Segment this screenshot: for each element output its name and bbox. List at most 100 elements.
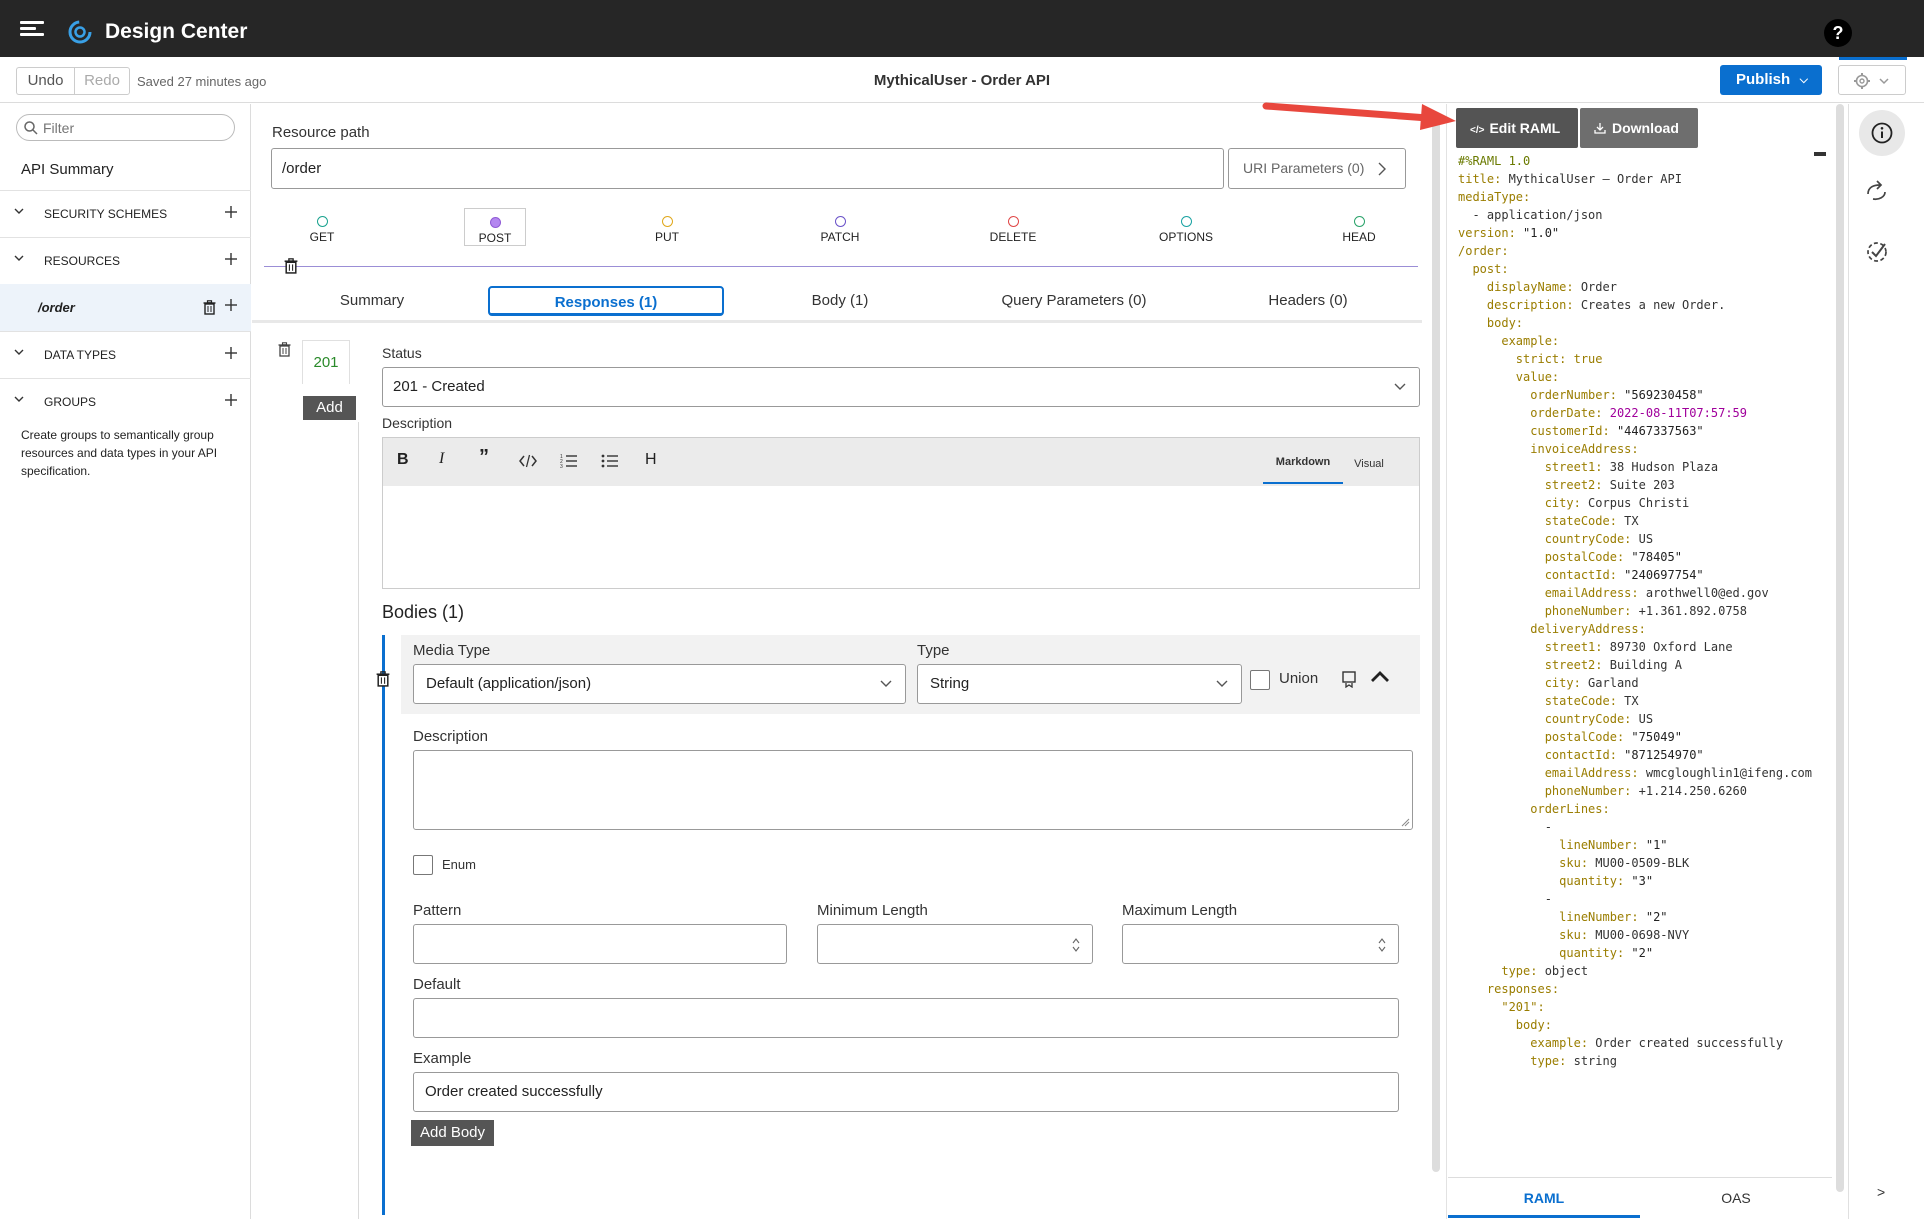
- visual-tab[interactable]: Visual: [1343, 454, 1395, 474]
- method-post[interactable]: POST: [464, 208, 526, 246]
- ordered-list-icon[interactable]: 123: [560, 452, 578, 470]
- trash-icon[interactable]: [203, 300, 216, 315]
- help-button[interactable]: ?: [1824, 19, 1852, 47]
- raml-token: "2": [1631, 946, 1654, 960]
- sidebar-section-resources[interactable]: RESOURCES: [0, 237, 251, 283]
- body-description-input[interactable]: [413, 750, 1413, 830]
- tab-summary[interactable]: Summary: [272, 286, 472, 316]
- bold-icon[interactable]: B: [397, 451, 409, 469]
- share-icon[interactable]: [1865, 180, 1889, 202]
- tab-body[interactable]: Body (1): [740, 286, 940, 316]
- api-summary-link[interactable]: API Summary: [21, 161, 114, 178]
- raml-token: wmcgloughlin1@ifeng.com: [1645, 766, 1813, 780]
- sidebar-section-label: RESOURCES: [44, 254, 121, 268]
- raml-token: contactId:: [1458, 748, 1625, 762]
- raml-code-line: street1: 38 Hudson Plaza: [1458, 458, 1830, 476]
- panel-divider[interactable]: [1446, 104, 1447, 1219]
- tab-responses[interactable]: Responses (1): [488, 286, 724, 316]
- right-rail: >: [1848, 104, 1924, 1219]
- expand-rail-icon[interactable]: >: [1877, 1184, 1885, 1200]
- raml-token: quantity:: [1458, 946, 1632, 960]
- sidebar-item-order[interactable]: /order: [0, 284, 251, 331]
- sidebar-section-groups[interactable]: GROUPS: [0, 378, 251, 424]
- raml-token: phoneNumber:: [1458, 784, 1639, 798]
- tab-headers[interactable]: Headers (0): [1208, 286, 1408, 316]
- add-icon[interactable]: [224, 205, 238, 219]
- union-checkbox[interactable]: [1250, 670, 1270, 690]
- type-select[interactable]: String: [917, 664, 1242, 704]
- delete-body-icon[interactable]: [376, 671, 390, 687]
- quote-icon[interactable]: ”: [479, 446, 489, 469]
- method-delete[interactable]: DELETE: [983, 212, 1043, 244]
- raml-code-line: contactId: "871254970": [1458, 746, 1830, 764]
- method-options[interactable]: OPTIONS: [1156, 212, 1216, 244]
- code-icon[interactable]: [519, 452, 537, 470]
- sidebar-section-security-schemes[interactable]: SECURITY SCHEMES: [0, 190, 251, 236]
- add-response-button[interactable]: Add: [303, 396, 356, 420]
- media-type-select[interactable]: Default (application/json): [413, 664, 906, 704]
- add-icon[interactable]: [224, 252, 238, 266]
- resize-handle-icon[interactable]: [1401, 818, 1410, 827]
- maximum-length-input[interactable]: [1122, 924, 1399, 964]
- settings-button[interactable]: [1838, 57, 1907, 95]
- validate-icon[interactable]: [1865, 240, 1889, 264]
- raml-token: TX: [1624, 694, 1639, 708]
- response-code-item[interactable]: 201: [302, 340, 350, 384]
- method-patch[interactable]: PATCH: [810, 212, 870, 244]
- default-input[interactable]: [413, 998, 1399, 1038]
- download-button[interactable]: Download: [1580, 108, 1698, 148]
- raml-panel: </> Edit RAML Download #%RAML 1.0 title: M…: [1448, 104, 1832, 1219]
- status-select[interactable]: 201 - Created: [382, 367, 1420, 407]
- method-get[interactable]: GET: [292, 212, 352, 244]
- raml-token: countryCode:: [1458, 712, 1639, 726]
- add-icon[interactable]: [224, 393, 238, 407]
- resource-path-input[interactable]: /order: [271, 148, 1224, 189]
- chevron-up-icon[interactable]: [1370, 670, 1390, 684]
- tab-raml[interactable]: RAML: [1448, 1178, 1640, 1218]
- bodies-title: Bodies (1): [382, 602, 465, 622]
- raml-scrollbar[interactable]: [1836, 104, 1844, 1192]
- minimum-length-input[interactable]: [817, 924, 1093, 964]
- info-button[interactable]: [1859, 110, 1905, 156]
- italic-icon[interactable]: I: [439, 450, 444, 468]
- raml-token: stateCode:: [1458, 694, 1625, 708]
- status-label: Status: [382, 345, 422, 361]
- uri-parameters-button[interactable]: URI Parameters (0): [1228, 148, 1406, 189]
- method-put[interactable]: PUT: [637, 212, 697, 244]
- filter-box[interactable]: [16, 114, 235, 141]
- raml-token: arothwell0@ed.gov: [1645, 586, 1769, 600]
- example-input[interactable]: Order created successfully: [413, 1072, 1399, 1112]
- description-editor[interactable]: B I ” 123 H Markdown Visual: [382, 437, 1420, 589]
- method-head[interactable]: HEAD: [1329, 212, 1389, 244]
- add-icon[interactable]: [224, 346, 238, 360]
- heading-icon[interactable]: H: [645, 451, 657, 469]
- markdown-tab[interactable]: Markdown: [1263, 454, 1343, 484]
- raml-code-line: city: Corpus Christi: [1458, 494, 1830, 512]
- raml-token: Garland: [1588, 676, 1639, 690]
- sidebar-section-data-types[interactable]: DATA TYPES: [0, 331, 251, 377]
- raml-token: 38 Hudson Plaza: [1609, 460, 1719, 474]
- raml-code-view[interactable]: #%RAML 1.0 title: MythicalUser – Order AP…: [1458, 152, 1830, 1182]
- bullet-list-icon[interactable]: [601, 452, 619, 470]
- main-scrollbar[interactable]: [1432, 112, 1440, 1172]
- raml-token: US: [1638, 712, 1654, 726]
- raml-code-line: /order:: [1458, 242, 1830, 260]
- delete-response-icon[interactable]: [278, 342, 291, 357]
- edit-raml-button[interactable]: </> Edit RAML: [1456, 108, 1578, 148]
- tab-oas[interactable]: OAS: [1640, 1178, 1832, 1218]
- stepper-icon[interactable]: [1072, 937, 1080, 953]
- chevron-down-icon: [14, 255, 24, 261]
- stepper-icon[interactable]: [1378, 937, 1386, 953]
- publish-button[interactable]: Publish ⌵: [1720, 65, 1822, 95]
- raml-token: orderLines:: [1458, 802, 1610, 816]
- raml-token: "3": [1631, 874, 1654, 888]
- enum-checkbox[interactable]: [413, 855, 433, 875]
- add-body-button[interactable]: Add Body: [411, 1120, 494, 1146]
- delete-method-icon[interactable]: [284, 258, 298, 274]
- menu-icon[interactable]: [20, 18, 44, 40]
- add-icon[interactable]: [224, 298, 238, 312]
- filter-input[interactable]: [43, 119, 228, 137]
- tab-query-parameters[interactable]: Query Parameters (0): [954, 286, 1194, 316]
- pattern-input[interactable]: [413, 924, 787, 964]
- documentation-icon[interactable]: [1340, 670, 1358, 688]
